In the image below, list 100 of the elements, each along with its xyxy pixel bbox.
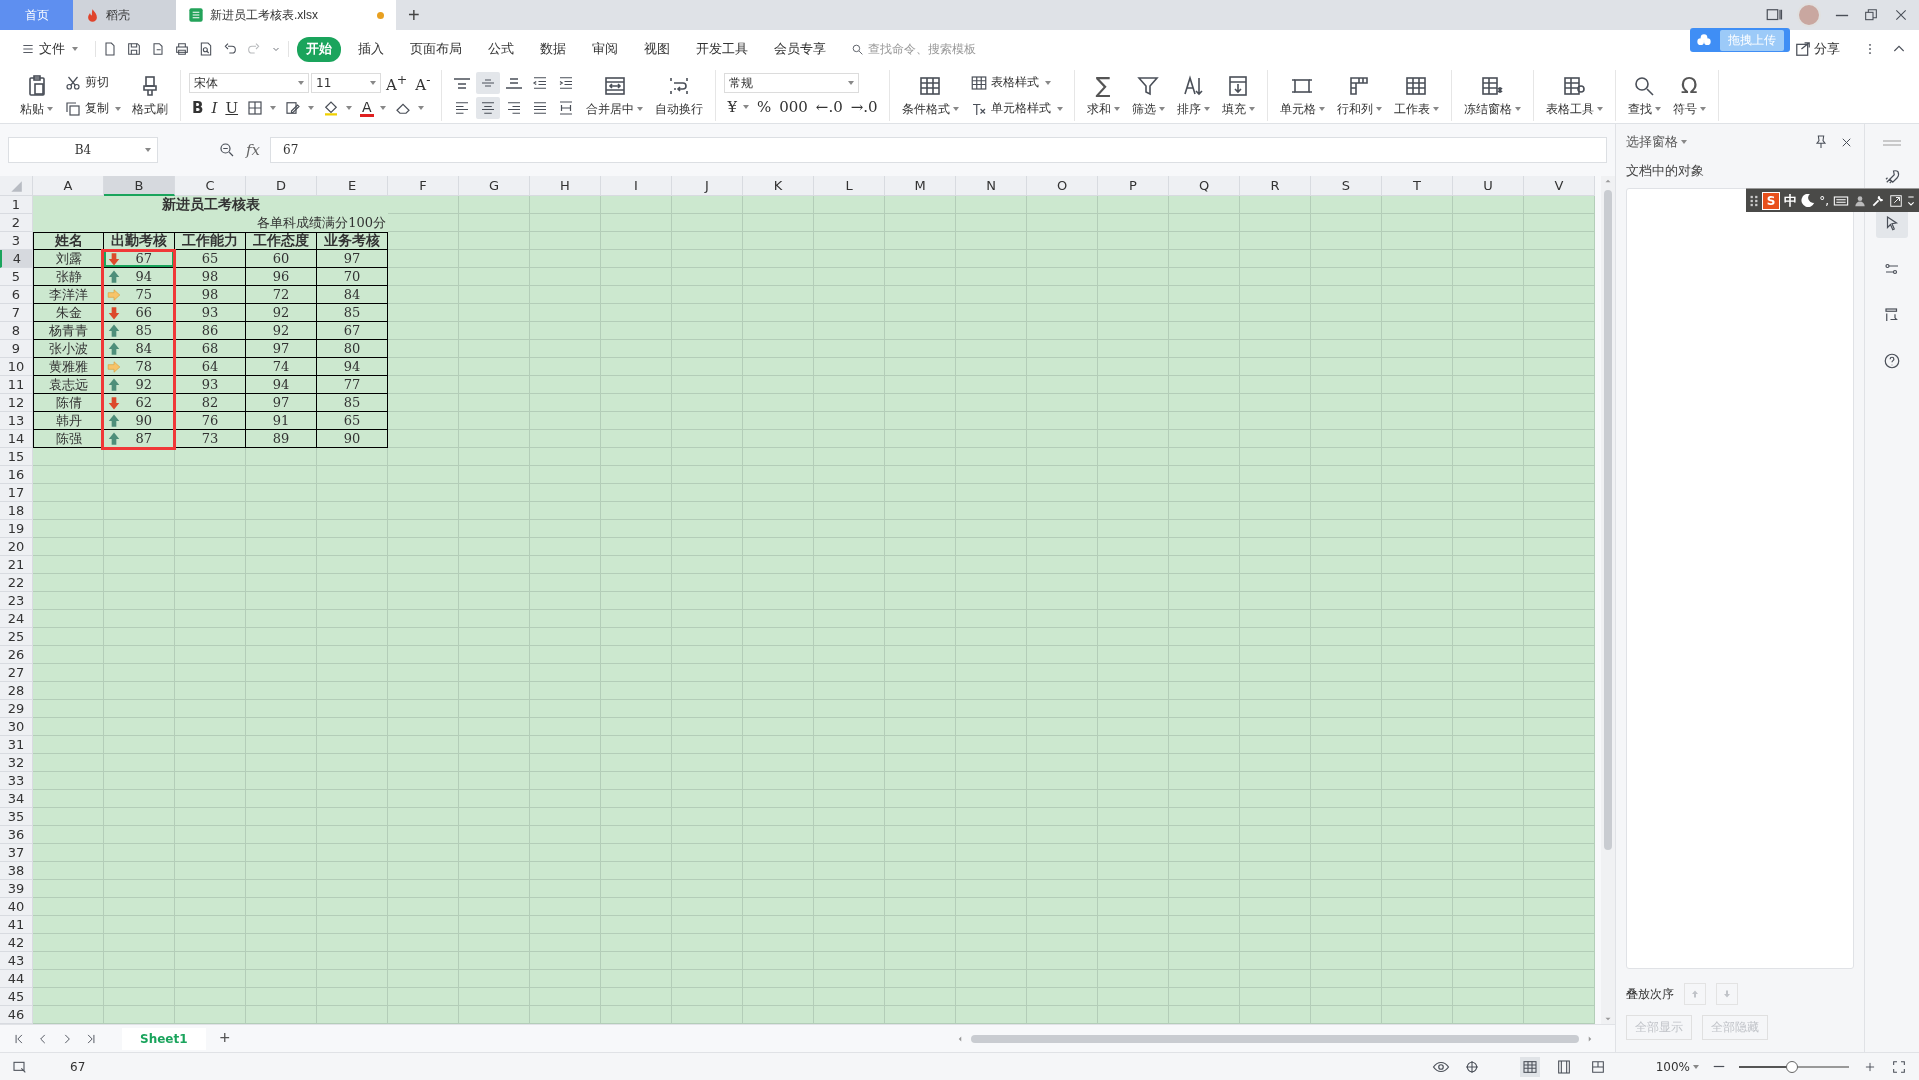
table-grid-button[interactable]: 表格样式	[966, 71, 1066, 94]
row-header[interactable]: 30	[0, 718, 33, 736]
row-header[interactable]: 36	[0, 826, 33, 844]
column-header[interactable]: U	[1453, 176, 1524, 196]
column-header[interactable]: M	[885, 176, 956, 196]
column-header[interactable]: N	[956, 176, 1027, 196]
new-tab-button[interactable]: +	[396, 0, 432, 30]
column-header[interactable]: P	[1098, 176, 1169, 196]
row-header[interactable]: 19	[0, 520, 33, 538]
column-header[interactable]: I	[601, 176, 672, 196]
underline-button[interactable]: U	[222, 97, 242, 119]
copy-button[interactable]: 复制	[61, 97, 124, 120]
ribbon-button[interactable]: 工作表	[1389, 70, 1443, 121]
ribbon-button[interactable]: 条件格式	[897, 70, 963, 121]
column-header[interactable]: F	[388, 176, 459, 196]
ribbon-button[interactable]: Ω 符号	[1668, 70, 1710, 121]
format-button[interactable]: A$^{+}$	[383, 72, 411, 94]
ribbon-button[interactable]: 表格工具	[1541, 70, 1607, 121]
row-header[interactable]: 23	[0, 592, 33, 610]
format-button[interactable]: ←.0	[812, 96, 846, 118]
ribbon-button[interactable]: 行和列	[1332, 70, 1386, 121]
input-mode-toggle[interactable]: 中	[1784, 191, 1798, 210]
ribbon-tab[interactable]: 审阅	[583, 36, 627, 62]
row-header[interactable]: 24	[0, 610, 33, 628]
ribbon-button[interactable]: 填充	[1217, 70, 1259, 121]
ime-logo[interactable]: S	[1762, 191, 1781, 210]
size-dropdown[interactable]: 11	[311, 73, 381, 93]
tab[interactable]: 稻壳	[73, 0, 176, 30]
formula-field[interactable]: 67	[270, 137, 1607, 163]
column-header[interactable]: H	[530, 176, 601, 196]
row-header[interactable]: 18	[0, 502, 33, 520]
row-header[interactable]: 6	[0, 286, 33, 304]
column-header[interactable]: T	[1382, 176, 1453, 196]
file-menu-button[interactable]: 文件	[12, 36, 87, 62]
row-header[interactable]: 28	[0, 682, 33, 700]
row-header[interactable]: 29	[0, 700, 33, 718]
ribbon-button[interactable]: 合并居中	[582, 70, 648, 121]
row-header[interactable]: 32	[0, 754, 33, 772]
ribbon-button[interactable]: 排序	[1172, 70, 1214, 121]
row-header[interactable]: 1	[0, 196, 33, 214]
row-header[interactable]: 44	[0, 970, 33, 988]
row-header[interactable]: 41	[0, 916, 33, 934]
font-color-button[interactable]: A	[357, 97, 389, 119]
bold-button[interactable]: B	[189, 97, 207, 119]
column-header[interactable]: Q	[1169, 176, 1240, 196]
ribbon-button[interactable]: 单元格	[1275, 70, 1329, 121]
format-button[interactable]: A$^{-}$	[412, 72, 434, 94]
function-label[interactable]: fx	[246, 141, 260, 159]
ribbon-button[interactable]: 筛选	[1127, 70, 1169, 121]
row-header[interactable]: 34	[0, 790, 33, 808]
ribbon-button[interactable]: ∑ 求和	[1082, 70, 1124, 121]
ribbon-button[interactable]: 格式刷	[128, 70, 172, 121]
column-header[interactable]: D	[246, 176, 317, 196]
row-header[interactable]: 20	[0, 538, 33, 556]
row-header[interactable]: 12	[0, 394, 33, 412]
row-header[interactable]: 37	[0, 844, 33, 862]
format-button[interactable]: %	[753, 96, 775, 118]
row-header[interactable]: 4	[0, 250, 33, 268]
column-header[interactable]: L	[814, 176, 885, 196]
format-button[interactable]: ¥	[724, 96, 752, 118]
row-header[interactable]: 22	[0, 574, 33, 592]
font-dropdown[interactable]: 宋体	[189, 73, 309, 93]
cell-style-button[interactable]: 单元格样式	[966, 97, 1066, 120]
row-header[interactable]: 42	[0, 934, 33, 952]
row-header[interactable]: 45	[0, 988, 33, 1006]
column-header[interactable]: V	[1524, 176, 1595, 196]
row-header[interactable]: 38	[0, 862, 33, 880]
column-header[interactable]: G	[459, 176, 530, 196]
column-header[interactable]: C	[175, 176, 246, 196]
zoom-menu[interactable]: 100%	[1655, 1059, 1699, 1074]
row-header[interactable]: 39	[0, 880, 33, 898]
row-header[interactable]: 40	[0, 898, 33, 916]
column-header[interactable]: R	[1240, 176, 1311, 196]
tab[interactable]: 新进员工考核表.xlsx	[176, 0, 396, 30]
row-header[interactable]: 17	[0, 484, 33, 502]
row-header[interactable]: 16	[0, 466, 33, 484]
ribbon-tab[interactable]: 开发工具	[687, 36, 757, 62]
ribbon-tab[interactable]: 会员专享	[765, 36, 835, 62]
ribbon-button[interactable]: 自动换行	[651, 70, 708, 121]
ribbon-button[interactable]: 冻结窗格	[1459, 70, 1525, 121]
column-header[interactable]: J	[672, 176, 743, 196]
row-header[interactable]: 8	[0, 322, 33, 340]
column-header[interactable]: S	[1311, 176, 1382, 196]
share-button[interactable]: 分享	[1787, 36, 1849, 62]
italic-button[interactable]: I	[208, 97, 221, 119]
column-header[interactable]: A	[33, 176, 104, 196]
column-header[interactable]: O	[1027, 176, 1098, 196]
ribbon-button[interactable]: 粘贴	[16, 70, 57, 121]
scissors-button[interactable]: 剪切	[61, 71, 124, 94]
row-header[interactable]: 33	[0, 772, 33, 790]
row-header[interactable]: 7	[0, 304, 33, 322]
row-header[interactable]: 43	[0, 952, 33, 970]
row-header[interactable]: 27	[0, 664, 33, 682]
row-header[interactable]: 5	[0, 268, 33, 286]
row-header[interactable]: 25	[0, 628, 33, 646]
row-header[interactable]: 13	[0, 412, 33, 430]
column-header[interactable]: K	[743, 176, 814, 196]
ribbon-tab[interactable]: 数据	[531, 36, 575, 62]
add-sheet-button[interactable]: +	[215, 1028, 235, 1049]
row-header[interactable]: 11	[0, 376, 33, 394]
